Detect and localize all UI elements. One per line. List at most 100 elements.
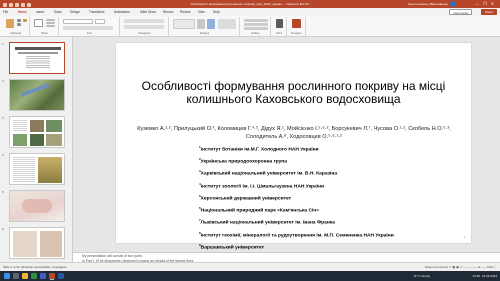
tab-file[interactable]: File <box>3 8 8 16</box>
share-button[interactable]: Share <box>480 9 497 15</box>
tab-record[interactable]: Record <box>163 8 173 16</box>
affiliation-item: 7Львівський національний університет ім.… <box>199 218 336 226</box>
save-icon[interactable] <box>15 3 19 7</box>
tab-view[interactable]: View <box>198 8 205 16</box>
slide-thumbnail-3[interactable] <box>9 116 65 148</box>
thumb-map-shape <box>22 199 52 213</box>
slide-number: 4 <box>2 153 4 157</box>
redo-icon[interactable] <box>27 3 31 7</box>
close-button[interactable]: ✕ <box>491 1 498 6</box>
weather-widget[interactable]: 11°C Cloudy <box>413 271 430 281</box>
user-name[interactable]: Інна Солонець (Виконавець) <box>408 0 448 8</box>
affiliation-item: 6Національний природний парк «Кам'янська… <box>199 206 319 214</box>
group-label: Designer <box>291 32 302 35</box>
powerpoint-taskbar-icon[interactable] <box>49 273 55 279</box>
slide-number: 2 <box>2 79 4 83</box>
slide-thumbnail-1[interactable] <box>9 42 65 74</box>
replace-icon[interactable] <box>244 23 268 26</box>
autosave-toggle[interactable] <box>9 3 13 7</box>
slide-thumbnail-pane[interactable]: 1 2 3 4 5 6 <box>0 37 73 262</box>
word-icon[interactable] <box>58 273 64 279</box>
font-format-buttons[interactable] <box>63 26 113 30</box>
minimize-button[interactable]: — <box>475 1 483 6</box>
tab-design[interactable]: Design <box>70 8 80 16</box>
section-icon[interactable] <box>46 25 55 27</box>
new-slide-icon[interactable] <box>34 19 43 27</box>
find-icon[interactable] <box>244 19 268 22</box>
group-font: Font <box>60 17 120 36</box>
affiliation-item: 5Херсонський державний університет <box>199 193 292 202</box>
select-icon[interactable] <box>244 27 268 30</box>
slide-thumbnail-4[interactable] <box>9 153 65 185</box>
taskbar: 11°C Cloudy 14:56 21.06.2024 <box>0 271 500 281</box>
group-editing: Editing <box>241 17 271 36</box>
tab-animations[interactable]: Animations <box>114 8 130 16</box>
group-label: Paragraph <box>138 32 151 35</box>
tab-draw[interactable]: Draw <box>54 8 61 16</box>
quick-styles-icon[interactable] <box>207 19 215 29</box>
slide-number: 3 <box>2 116 4 120</box>
window-title: Особливості формування рослинного покрив… <box>190 2 310 6</box>
slide-number: 6 <box>2 227 4 231</box>
font-size-select[interactable] <box>95 19 105 24</box>
tab-help[interactable]: Help <box>213 8 220 16</box>
reset-icon[interactable] <box>46 22 55 24</box>
thumb-photo <box>46 134 62 146</box>
affiliation-item: 4Інститут зоології ім. І.І. Шмальгаузена… <box>199 181 325 190</box>
mail-icon[interactable] <box>40 273 46 279</box>
maximize-button[interactable]: ❐ <box>483 1 491 6</box>
tab-transitions[interactable]: Transitions <box>89 8 104 16</box>
start-icon[interactable] <box>4 273 10 279</box>
shape-format-buttons[interactable] <box>218 19 236 29</box>
copy-icon[interactable] <box>17 23 21 26</box>
tab-review[interactable]: Review <box>180 8 190 16</box>
group-drawing: Drawing <box>170 17 240 36</box>
comments-button[interactable]: Comments <box>449 9 472 15</box>
slide-authors[interactable]: Куземко А.¹·², Прилуцький О.³, Коломицев… <box>134 126 454 141</box>
thumb-map <box>13 231 37 257</box>
thumb-text-block <box>13 157 35 183</box>
group-label: Voice <box>275 32 283 35</box>
search-icon[interactable] <box>13 273 19 279</box>
designer-icon[interactable] <box>292 19 301 28</box>
affiliations-list[interactable]: 1Інститут ботаніки ім.М.Г. Холодного НАН… <box>199 143 439 253</box>
group-designer: Designer <box>288 17 306 36</box>
thumb-photo <box>30 134 44 146</box>
clock-date[interactable]: 21.06.2024 <box>482 271 497 281</box>
thumb-photo <box>13 134 27 146</box>
cut-icon[interactable] <box>17 19 21 22</box>
affiliation-item: 3Харківський національний університет ім… <box>199 169 338 178</box>
title-bar: Особливості формування рослинного покрив… <box>0 0 500 8</box>
group-clipboard: Clipboard <box>2 17 30 36</box>
ribbon: Clipboard Slides Font Paragraph Drawing <box>0 16 500 37</box>
thumb-photo <box>30 120 44 132</box>
layout-icon[interactable] <box>46 19 55 21</box>
avatar[interactable] <box>450 1 456 7</box>
current-slide[interactable]: Особливості формування рослинного покрив… <box>116 43 471 250</box>
format-painter-icon[interactable] <box>23 19 27 22</box>
tab-slide-show[interactable]: Slide Show <box>140 8 156 16</box>
shapes-gallery[interactable] <box>173 19 195 29</box>
list-buttons[interactable] <box>124 19 164 23</box>
slide-title[interactable]: Особливості формування рослинного покрив… <box>126 80 461 106</box>
slide-thumbnail-6[interactable] <box>9 227 65 259</box>
file-explorer-icon[interactable] <box>22 273 28 279</box>
slide-thumbnail-2[interactable] <box>9 79 65 111</box>
thumb-text-block <box>13 120 27 132</box>
paste-icon[interactable] <box>6 19 14 28</box>
dictate-icon[interactable] <box>276 19 283 28</box>
align-buttons[interactable] <box>124 25 164 29</box>
group-label: Slides <box>40 32 49 35</box>
thumb-title-line <box>15 47 61 50</box>
clock-time[interactable]: 14:56 <box>472 271 480 281</box>
undo-icon[interactable] <box>21 3 25 7</box>
browser-icon[interactable] <box>31 273 37 279</box>
font-name-select[interactable] <box>63 19 93 24</box>
thumb-affiliations <box>26 56 50 68</box>
arrange-icon[interactable] <box>197 19 205 29</box>
slide-editing-canvas[interactable]: Особливості формування рослинного покрив… <box>73 37 500 252</box>
slide-thumbnail-5[interactable] <box>9 190 65 222</box>
affiliation-item: 8Інститут геохімії, мінералогії та рудоу… <box>199 230 394 239</box>
group-paragraph: Paragraph <box>121 17 169 36</box>
tab-insert[interactable]: Insert <box>36 8 44 16</box>
